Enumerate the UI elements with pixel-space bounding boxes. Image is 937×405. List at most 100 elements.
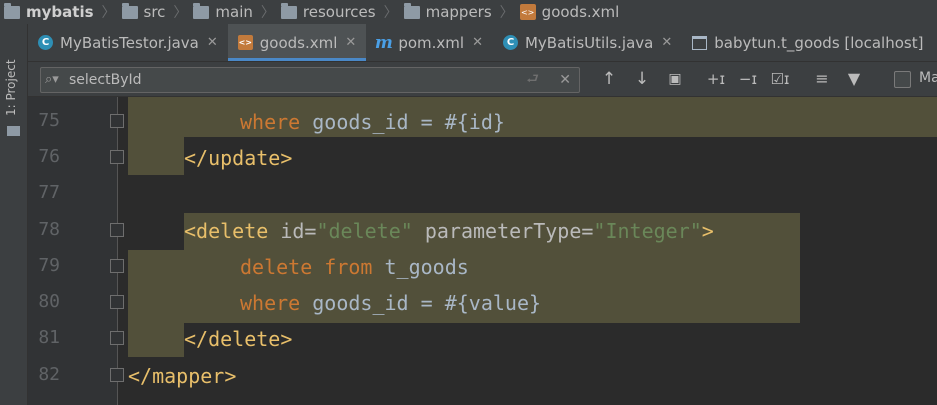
breadcrumb-item-mappers[interactable]: mappers bbox=[400, 0, 498, 24]
keyword: delete from bbox=[240, 255, 373, 279]
breadcrumb-label: src bbox=[143, 3, 166, 21]
xml-tag: </delete> bbox=[184, 327, 293, 351]
gutter bbox=[28, 97, 118, 405]
fold-marker-icon[interactable] bbox=[110, 223, 124, 237]
search-icon[interactable]: ⌕▾ bbox=[45, 72, 63, 88]
select-all-occurrences-button[interactable]: ▣ bbox=[664, 69, 686, 89]
fold-marker-icon[interactable] bbox=[110, 368, 124, 382]
breadcrumb-label: mappers bbox=[425, 3, 492, 21]
breadcrumb: mybatis 〉 src 〉 main 〉 resources 〉 mappe… bbox=[0, 0, 937, 24]
c-class-icon: C bbox=[502, 35, 518, 50]
close-icon[interactable]: ✕ bbox=[661, 35, 672, 50]
breadcrumb-item-resources[interactable]: resources bbox=[277, 0, 382, 24]
breadcrumb-label: mybatis bbox=[26, 3, 94, 21]
next-occurrence-button[interactable]: ↓ bbox=[631, 69, 653, 89]
find-bar: ⌕▾ ⮐ ✕ ↑ ↓ ▣ +ɪ −ɪ ☑ɪ ≡ ▼ Ma bbox=[28, 62, 937, 97]
remove-occurrence-button[interactable]: −ɪ bbox=[737, 69, 759, 89]
resources-folder-icon bbox=[280, 2, 297, 19]
xml-file-icon: <> bbox=[237, 35, 253, 50]
line-number: 81 bbox=[38, 327, 60, 348]
code-line-81: </delete> bbox=[184, 324, 292, 354]
line-number: 79 bbox=[38, 255, 60, 276]
folder-icon bbox=[4, 2, 20, 19]
code-text: goods_id = #{value} bbox=[300, 291, 542, 315]
code-line-82: </mapper> bbox=[128, 361, 236, 391]
keyword: where bbox=[240, 291, 301, 315]
code-text: t_goods bbox=[372, 255, 469, 279]
breadcrumb-label: main bbox=[215, 3, 253, 21]
xml-tag: > bbox=[701, 219, 714, 243]
add-occurrence-button[interactable]: +ɪ bbox=[705, 69, 727, 89]
close-icon[interactable]: ✕ bbox=[472, 35, 483, 50]
code-line-76: </update> bbox=[184, 143, 292, 173]
line-number: 82 bbox=[38, 364, 60, 385]
tab-pom-xml[interactable]: m pom.xml ✕ bbox=[366, 24, 493, 61]
left-tool-stripe: 1: Project bbox=[0, 24, 28, 405]
fold-marker-icon[interactable] bbox=[110, 114, 124, 128]
editor-tabs: C MyBatisTestor.java ✕ <> goods.xml ✕ m … bbox=[28, 24, 937, 62]
code-editor[interactable]: 75 76 77 78 79 80 81 82 where goods_id =… bbox=[28, 97, 937, 405]
folder-icon bbox=[193, 2, 210, 19]
highlight-block bbox=[128, 137, 184, 175]
breadcrumb-item-goods-xml[interactable]: <> goods.xml bbox=[516, 0, 626, 24]
xml-tag: </mapper> bbox=[128, 364, 237, 388]
line-number: 75 bbox=[38, 110, 60, 131]
show-filter-popup-button[interactable]: ≡ bbox=[811, 69, 833, 89]
line-number: 80 bbox=[38, 291, 60, 312]
breadcrumb-item-src[interactable]: src bbox=[118, 0, 172, 24]
clear-icon[interactable]: ✕ bbox=[559, 72, 571, 88]
close-icon[interactable]: ✕ bbox=[345, 35, 356, 50]
tab-label: MyBatisTestor.java bbox=[60, 33, 199, 52]
highlight-block bbox=[128, 323, 184, 357]
select-all-matches-button[interactable]: ☑ɪ bbox=[769, 69, 791, 89]
xml-value: "delete" bbox=[316, 219, 413, 243]
project-tool-button[interactable]: 1: Project bbox=[4, 32, 18, 116]
breadcrumb-item-main[interactable]: main bbox=[189, 0, 258, 24]
code-line-78: <delete id="delete" parameterType="Integ… bbox=[184, 216, 714, 246]
xml-attribute: id= bbox=[268, 219, 317, 243]
line-number: 76 bbox=[38, 146, 60, 167]
tab-babytun-t-goods[interactable]: babytun.t_goods [localhost] bbox=[682, 24, 933, 61]
code-line-79: delete from t_goods bbox=[240, 252, 469, 282]
gutter-divider bbox=[117, 97, 118, 405]
breadcrumb-label: resources bbox=[302, 3, 376, 21]
fold-marker-icon[interactable] bbox=[110, 331, 124, 345]
tab-label: goods.xml bbox=[259, 33, 338, 52]
match-case-label: Ma bbox=[919, 70, 937, 86]
line-number: 78 bbox=[38, 219, 60, 240]
c-class-icon: C bbox=[38, 35, 53, 50]
table-icon bbox=[692, 35, 708, 50]
folder-icon bbox=[121, 2, 138, 19]
match-case-checkbox[interactable] bbox=[894, 71, 911, 88]
tab-mybatistestor[interactable]: C MyBatisTestor.java ✕ bbox=[28, 24, 228, 61]
tab-label: babytun.t_goods [localhost] bbox=[714, 33, 924, 52]
previous-occurrence-button[interactable]: ↑ bbox=[598, 69, 620, 89]
xml-value: "Integer" bbox=[593, 219, 702, 243]
code-text: goods_id = #{id} bbox=[300, 110, 505, 134]
new-line-icon[interactable]: ⮐ bbox=[526, 68, 539, 92]
fold-marker-icon[interactable] bbox=[110, 150, 124, 164]
xml-tag: <delete bbox=[184, 219, 269, 243]
code-line-75: where goods_id = #{id} bbox=[240, 107, 505, 137]
xml-attribute: parameterType= bbox=[412, 219, 594, 243]
chevron-right-icon: 〉 bbox=[101, 5, 116, 21]
tab-label: pom.xml bbox=[398, 33, 465, 52]
close-icon[interactable]: ✕ bbox=[207, 35, 218, 50]
code-line-80: where goods_id = #{value} bbox=[240, 288, 541, 318]
search-input[interactable] bbox=[67, 71, 471, 89]
xml-file-icon: <> bbox=[519, 4, 536, 20]
tab-mybatisutils[interactable]: C MyBatisUtils.java ✕ bbox=[493, 24, 682, 61]
filter-icon[interactable]: ▼ bbox=[843, 69, 865, 89]
search-field: ⌕▾ ⮐ ✕ bbox=[40, 67, 580, 93]
xml-tag: </update> bbox=[184, 146, 293, 170]
tab-label: MyBatisUtils.java bbox=[524, 33, 654, 52]
fold-marker-icon[interactable] bbox=[110, 295, 124, 309]
line-number: 77 bbox=[38, 182, 60, 203]
breadcrumb-item-mybatis[interactable]: mybatis bbox=[0, 0, 100, 24]
tab-goods-xml[interactable]: <> goods.xml ✕ bbox=[227, 24, 367, 61]
maven-icon: m bbox=[374, 32, 393, 53]
chevron-right-icon: 〉 bbox=[383, 5, 398, 21]
fold-marker-icon[interactable] bbox=[110, 259, 124, 273]
chevron-right-icon: 〉 bbox=[260, 5, 275, 21]
folder-icon bbox=[7, 126, 20, 136]
